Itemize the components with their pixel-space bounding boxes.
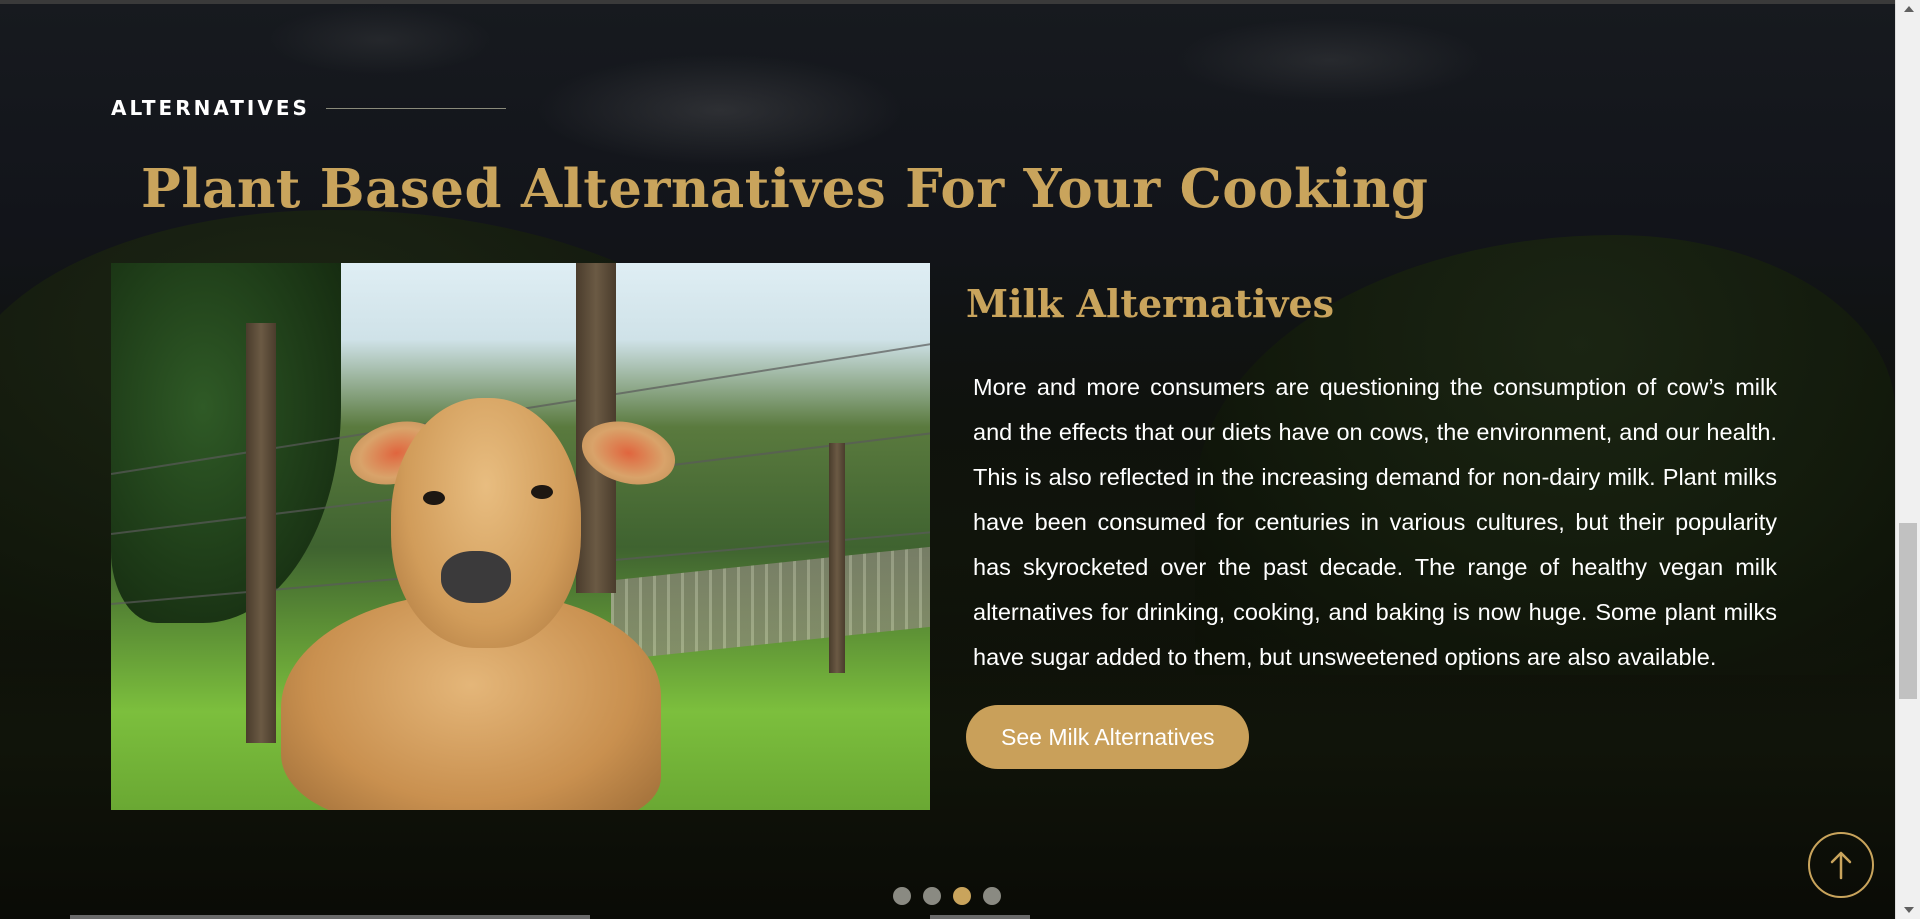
next-section-edge [70, 915, 590, 919]
page-scrollbar[interactable] [1895, 0, 1920, 919]
scroll-up-icon [1903, 6, 1914, 12]
slide-title: Milk Alternatives [966, 281, 1335, 326]
eyebrow-divider [325, 107, 506, 109]
photo-fence-post [829, 443, 845, 673]
scrollbar-thumb[interactable] [1899, 523, 1917, 699]
see-milk-alternatives-button[interactable]: See Milk Alternatives [966, 704, 1250, 769]
photo-calf-eye [531, 485, 553, 499]
eyebrow-label: ALTERNATIVES [111, 96, 310, 120]
carousel-dot-4[interactable] [983, 887, 1001, 905]
slide-image [111, 263, 930, 810]
photo-fence-post [246, 323, 276, 743]
carousel-dot-3[interactable] [953, 887, 971, 905]
photo-calf-head [391, 398, 581, 648]
carousel-dot-2[interactable] [923, 887, 941, 905]
next-section-edge [930, 915, 1030, 919]
slide-body: More and more consumers are questioning … [973, 373, 1777, 670]
scroll-up-button[interactable] [1896, 0, 1920, 18]
photo-calf-muzzle [441, 551, 511, 603]
carousel-pagination [893, 887, 1001, 905]
arrow-up-icon [1830, 851, 1852, 880]
section-eyebrow: ALTERNATIVES [111, 96, 506, 120]
back-to-top-button[interactable] [1808, 832, 1874, 898]
photo-calf-eye [423, 491, 445, 505]
window-top-edge [0, 0, 1895, 4]
slide-content: Milk Alternatives More and more consumer… [966, 263, 1778, 769]
viewport: ALTERNATIVES Plant Based Alternatives Fo… [0, 0, 1920, 919]
photo-fence [611, 545, 930, 661]
section-title: Plant Based Alternatives For Your Cookin… [141, 158, 1429, 220]
scroll-down-icon [1903, 907, 1914, 913]
scroll-down-button[interactable] [1896, 901, 1920, 919]
carousel-dot-1[interactable] [893, 887, 911, 905]
